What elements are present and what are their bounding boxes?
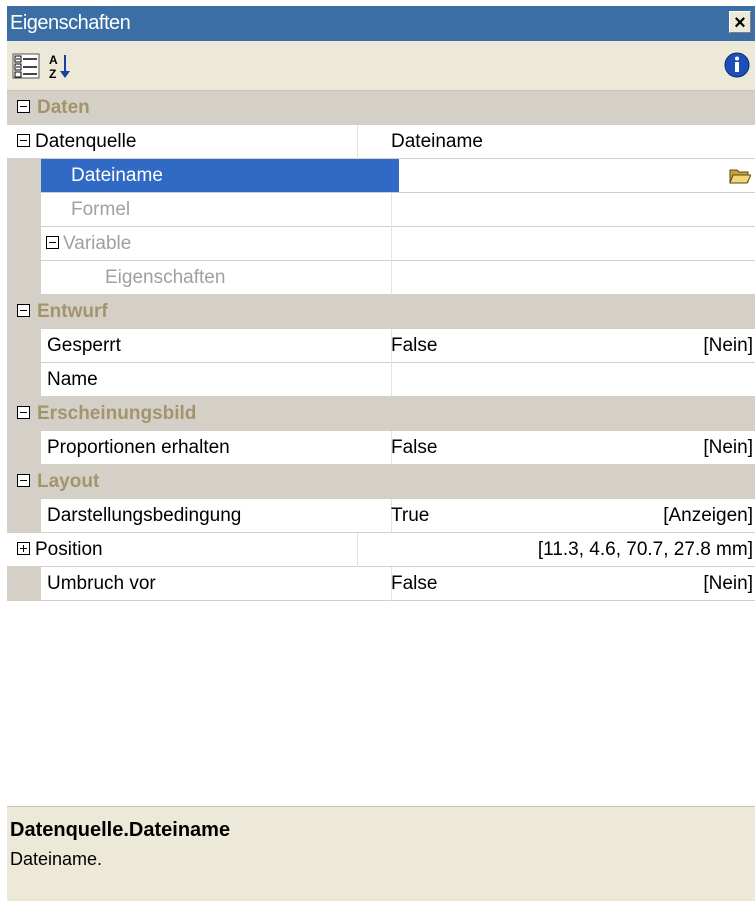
collapse-icon[interactable] — [17, 304, 30, 317]
property-name: Datenquelle — [35, 131, 137, 152]
column-divider — [391, 193, 392, 227]
row-gesperrt[interactable]: Gesperrt False [Nein] — [7, 329, 755, 363]
property-value[interactable]: False — [391, 335, 437, 357]
column-divider — [391, 261, 392, 295]
property-display-value: [Nein] — [703, 335, 753, 356]
expand-icon[interactable] — [17, 542, 30, 555]
property-display-value: [Anzeigen] — [663, 505, 753, 526]
category-layout[interactable]: Layout — [7, 465, 755, 499]
property-name: Dateiname — [71, 165, 163, 186]
toolbar: A Z — [7, 41, 755, 91]
category-label: Entwurf — [37, 301, 108, 322]
folder-open-icon[interactable] — [729, 165, 751, 185]
property-name: Name — [47, 369, 98, 390]
row-umbruch-vor[interactable]: Umbruch vor False [Nein] — [7, 567, 755, 601]
row-proportionen-cells: Proportionen erhalten False [Nein] — [41, 431, 755, 465]
row-datenquelle[interactable]: Datenquelle Dateiname — [7, 125, 755, 159]
categorized-view-button[interactable] — [11, 51, 41, 81]
property-name: Variable — [63, 233, 132, 254]
property-value[interactable]: False — [391, 437, 437, 459]
category-daten[interactable]: Daten — [7, 91, 755, 125]
property-value[interactable]: Dateiname — [391, 131, 483, 153]
row-datenquelle-cells: Datenquelle Dateiname — [7, 125, 755, 159]
row-position-cells: Position [11.3, 4.6, 70.7, 27.8 mm] — [7, 533, 755, 567]
collapse-icon[interactable] — [17, 406, 30, 419]
column-divider — [357, 125, 358, 159]
category-erscheinungsbild[interactable]: Erscheinungsbild — [7, 397, 755, 431]
row-variable[interactable]: Variable — [7, 227, 755, 261]
row-umbruch-vor-cells: Umbruch vor False [Nein] — [41, 567, 755, 601]
property-name: Formel — [71, 199, 131, 220]
row-variable-cells: Variable — [41, 227, 755, 261]
property-name: Position — [35, 539, 103, 560]
row-formel[interactable]: Formel — [7, 193, 755, 227]
property-display-value: [Nein] — [703, 437, 753, 458]
column-divider — [391, 227, 392, 261]
property-name: Proportionen erhalten — [47, 437, 230, 458]
property-display-value[interactable]: [11.3, 4.6, 70.7, 27.8 mm] — [538, 539, 753, 561]
property-name: Gesperrt — [47, 335, 121, 356]
row-eigenschaften[interactable]: Eigenschaften — [7, 261, 755, 295]
property-grid: Daten Datenquelle Dateiname Dateiname Fo… — [7, 91, 755, 601]
row-darstellungsbedingung[interactable]: Darstellungsbedingung True [Anzeigen] — [7, 499, 755, 533]
help-description: Dateiname. — [10, 849, 103, 869]
row-darstellungsbedingung-cells: Darstellungsbedingung True [Anzeigen] — [41, 499, 755, 533]
row-position[interactable]: Position [11.3, 4.6, 70.7, 27.8 mm] — [7, 533, 755, 567]
title-bar: Eigenschaften × — [7, 6, 755, 41]
column-divider — [357, 533, 358, 567]
properties-panel: Eigenschaften × A Z Daten Datenquelle Da… — [7, 6, 755, 901]
categorized-icon — [12, 53, 40, 79]
category-label: Layout — [37, 471, 100, 492]
row-proportionen[interactable]: Proportionen erhalten False [Nein] — [7, 431, 755, 465]
close-button[interactable]: × — [729, 11, 751, 34]
svg-text:A: A — [49, 53, 58, 67]
alphabetical-view-button[interactable]: A Z — [47, 51, 77, 81]
info-icon — [724, 52, 750, 78]
category-label: Daten — [37, 97, 90, 118]
help-title: Datenquelle.Dateiname — [10, 819, 231, 841]
sort-alphabetical-icon: A Z — [49, 53, 70, 81]
column-divider — [391, 363, 392, 397]
help-pane: Datenquelle.Dateiname Dateiname. — [7, 806, 755, 901]
collapse-icon[interactable] — [46, 236, 59, 249]
row-dateiname-cells: Dateiname — [41, 159, 755, 193]
collapse-icon[interactable] — [17, 100, 30, 113]
row-formel-cells: Formel — [41, 193, 755, 227]
window-title: Eigenschaften — [10, 12, 131, 34]
collapse-icon[interactable] — [17, 134, 30, 147]
row-eigenschaften-cells: Eigenschaften — [41, 261, 755, 295]
collapse-icon[interactable] — [17, 474, 30, 487]
category-label: Erscheinungsbild — [37, 403, 197, 424]
row-dateiname[interactable]: Dateiname — [7, 159, 755, 193]
property-pages-button[interactable] — [723, 51, 751, 79]
property-name: Eigenschaften — [105, 267, 226, 288]
property-value[interactable]: False — [391, 573, 437, 595]
property-name: Darstellungsbedingung — [47, 505, 242, 526]
property-display-value: [Nein] — [703, 573, 753, 594]
row-name[interactable]: Name — [7, 363, 755, 397]
row-gesperrt-cells: Gesperrt False [Nein] — [41, 329, 755, 363]
svg-text:Z: Z — [49, 67, 56, 81]
category-entwurf[interactable]: Entwurf — [7, 295, 755, 329]
property-value[interactable]: True — [391, 505, 429, 527]
property-name: Umbruch vor — [47, 573, 156, 594]
row-name-cells: Name — [41, 363, 755, 397]
